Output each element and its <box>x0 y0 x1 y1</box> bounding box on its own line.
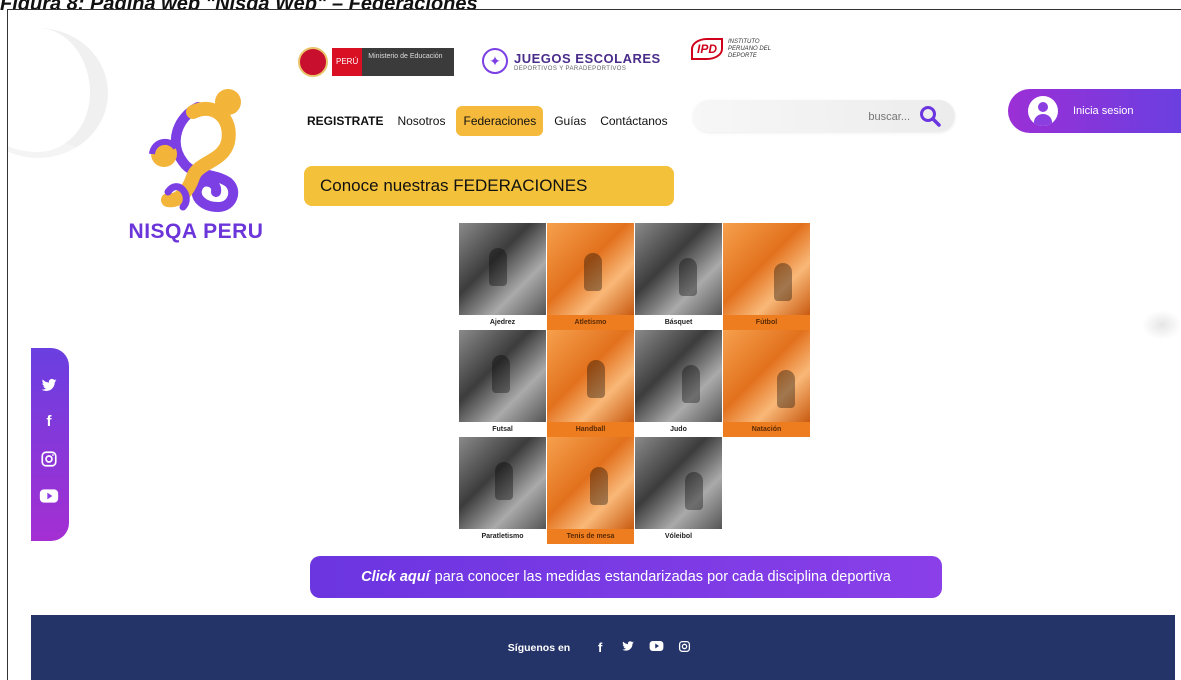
juegos-title: JUEGOS ESCOLARES <box>514 50 661 66</box>
footer-instagram-icon[interactable] <box>676 640 692 656</box>
athlete-silhouette <box>489 248 507 286</box>
footer-twitter-icon[interactable] <box>620 639 636 656</box>
social-sidebar: f <box>31 348 69 541</box>
ipd-badge: IPD <box>691 38 724 60</box>
federation-tile[interactable]: Vóleibol <box>635 437 722 544</box>
federation-label: Fútbol <box>723 315 810 330</box>
standards-cta-button[interactable]: Click aquí para conocer las medidas esta… <box>310 556 942 598</box>
federation-label: Básquet <box>635 315 722 330</box>
federation-tile[interactable]: Paratletismo <box>459 437 546 544</box>
federation-tile[interactable]: Atletismo <box>547 223 634 330</box>
nav-guias[interactable]: Guías <box>547 106 593 136</box>
instagram-icon[interactable] <box>39 450 59 470</box>
federation-label: Handball <box>547 422 634 437</box>
federation-tile[interactable]: Básquet <box>635 223 722 330</box>
page-frame: NISQA PERU PERÚ Ministerio de Educación … <box>7 9 1181 680</box>
athlete-silhouette <box>774 263 792 301</box>
ministerio-educacion-logo[interactable]: PERÚ Ministerio de Educación <box>298 46 455 78</box>
facebook-icon[interactable]: f <box>39 412 59 432</box>
athlete-silhouette <box>587 360 605 398</box>
federation-photo <box>459 223 546 315</box>
athlete-silhouette <box>679 258 697 296</box>
federation-label: Tenis de mesa <box>547 529 634 544</box>
federation-label: Futsal <box>459 422 546 437</box>
federation-photo <box>723 223 810 315</box>
federation-tile[interactable]: Handball <box>547 330 634 437</box>
cta-emphasis: Click aquí <box>361 569 430 585</box>
athlete-silhouette <box>584 253 602 291</box>
federation-label: Vóleibol <box>635 529 722 544</box>
search-input[interactable] <box>708 106 912 128</box>
follow-label: Síguenos en <box>507 641 571 654</box>
juegos-subtitle: DEPORTIVOS Y PARADEPORTIVOS <box>514 65 627 72</box>
decorative-arc <box>8 28 108 158</box>
federation-tile[interactable]: Futsal <box>459 330 546 437</box>
search-box <box>693 100 955 132</box>
ipd-logo[interactable]: IPD INSTITUTO PERUANO DEL DEPORTE <box>691 38 780 60</box>
federation-tile[interactable]: Natación <box>723 330 810 437</box>
youtube-icon[interactable] <box>39 488 59 508</box>
federation-tile[interactable]: Judo <box>635 330 722 437</box>
peru-label: PERÚ <box>332 48 363 76</box>
federation-photo <box>635 330 722 422</box>
footer-facebook-icon[interactable]: f <box>592 640 608 655</box>
ministerio-label: Ministerio de Educación <box>362 48 455 76</box>
federation-label: Judo <box>635 422 722 437</box>
nav-contactanos[interactable]: Contáctanos <box>593 106 674 136</box>
federation-photo <box>547 437 634 529</box>
login-button[interactable]: Inicia sesion <box>1008 89 1181 133</box>
footer: Síguenos en f <box>31 615 1175 680</box>
nav-federaciones[interactable]: Federaciones <box>456 106 544 136</box>
user-icon <box>1028 96 1058 126</box>
cta-text: para conocer las medidas estandarizadas … <box>434 569 891 585</box>
search-icon[interactable] <box>919 105 941 127</box>
athlete-silhouette <box>777 370 795 408</box>
login-label: Inicia sesion <box>1073 105 1134 117</box>
banner-title: Conoce nuestras FEDERACIONES <box>320 176 588 195</box>
juegos-escolares-logo[interactable]: ✦ JUEGOS ESCOLARES DEPORTIVOS Y PARADEPO… <box>482 48 661 74</box>
federation-label: Ajedrez <box>459 315 546 330</box>
federation-label: Natación <box>723 422 810 437</box>
federation-photo <box>635 223 722 315</box>
twitter-icon[interactable] <box>39 376 59 396</box>
juegos-emblem-icon: ✦ <box>482 48 508 74</box>
athlete-silhouette <box>685 472 703 510</box>
athlete-silhouette <box>682 365 700 403</box>
federation-photo <box>547 330 634 422</box>
federation-photo <box>635 437 722 529</box>
nav-registrate[interactable]: REGISTRATE <box>300 106 390 136</box>
federation-tile[interactable]: Ajedrez <box>459 223 546 330</box>
nisqa-logo-icon[interactable] <box>138 82 253 217</box>
federation-photo <box>547 223 634 315</box>
federation-tile[interactable]: Fútbol <box>723 223 810 330</box>
federation-label: Paratletismo <box>459 529 546 544</box>
federation-photo <box>459 330 546 422</box>
federation-tile[interactable]: Tenis de mesa <box>547 437 634 544</box>
athlete-silhouette <box>492 355 510 393</box>
federation-photo <box>723 330 810 422</box>
brand-name: NISQA PERU <box>128 220 264 243</box>
peru-shield-icon <box>298 47 328 77</box>
decorative-glow <box>1142 310 1181 340</box>
main-nav: REGISTRATE Nosotros Federaciones Guías C… <box>300 104 675 138</box>
nav-nosotros[interactable]: Nosotros <box>390 106 452 136</box>
athlete-silhouette <box>495 462 513 500</box>
footer-youtube-icon[interactable] <box>648 640 664 655</box>
ipd-text: INSTITUTO PERUANO DEL DEPORTE <box>728 38 771 59</box>
athlete-silhouette <box>590 467 608 505</box>
federaciones-banner: Conoce nuestras FEDERACIONES <box>304 166 674 206</box>
federation-photo <box>459 437 546 529</box>
federation-label: Atletismo <box>547 315 634 330</box>
